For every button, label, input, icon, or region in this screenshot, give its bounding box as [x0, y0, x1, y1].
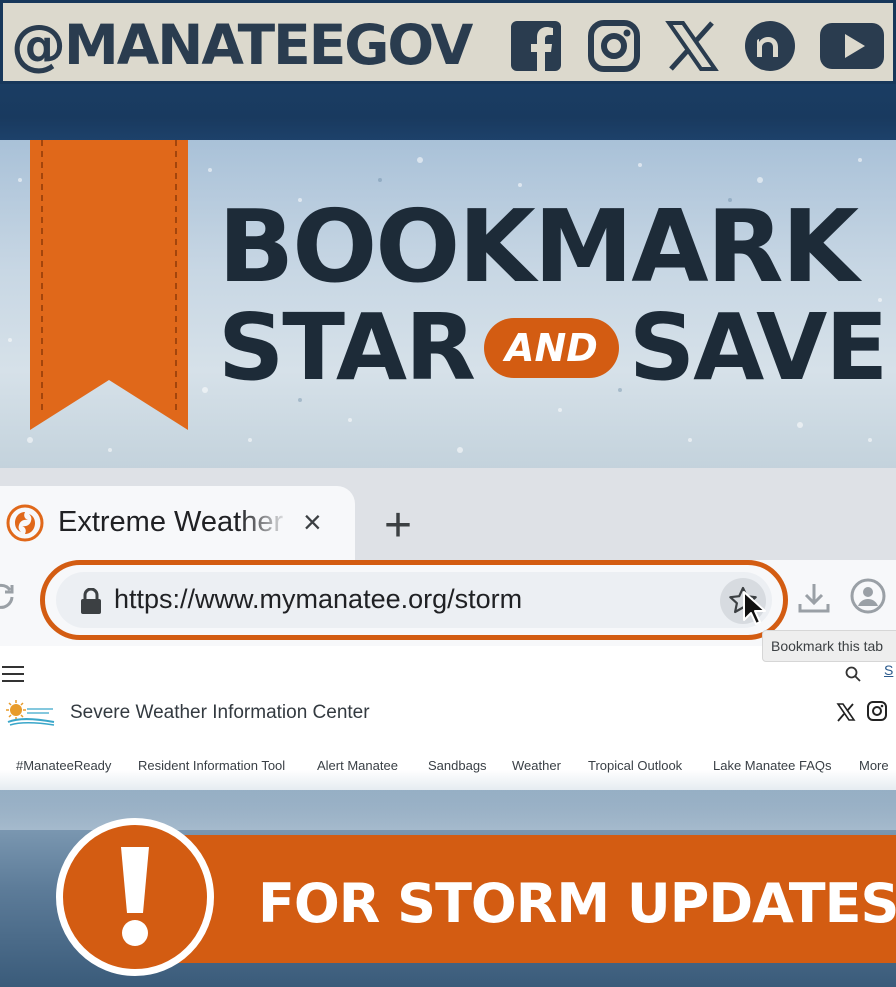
- headline-bookmark: BOOKMARK: [218, 188, 859, 305]
- bookmark-ribbon-icon: [30, 140, 188, 430]
- search-icon[interactable]: [845, 666, 861, 682]
- instagram-social-icon[interactable]: [866, 700, 888, 722]
- new-tab-button[interactable]: +: [384, 498, 412, 553]
- bookmark-tooltip: Bookmark this tab: [762, 630, 896, 662]
- download-icon[interactable]: [796, 580, 832, 616]
- tab-extreme-weather[interactable]: Extreme Weather ×: [0, 486, 355, 562]
- youtube-icon[interactable]: [819, 19, 885, 73]
- headline-save: SAVE: [628, 294, 888, 401]
- tab-title: Extreme Weather: [58, 506, 284, 538]
- tab-strip: Extreme Weather × +: [0, 468, 896, 562]
- exclamation-icon: [121, 847, 149, 946]
- headline-star: STAR: [218, 294, 476, 401]
- profile-icon[interactable]: [850, 578, 886, 614]
- tab-close-icon[interactable]: ×: [303, 504, 322, 541]
- instagram-icon[interactable]: [587, 19, 641, 73]
- manatee-county-logo[interactable]: [4, 698, 58, 728]
- reload-icon[interactable]: [0, 582, 16, 612]
- hurricane-icon: [6, 504, 44, 542]
- social-bar: @MANATEEGOV: [0, 0, 896, 84]
- sign-in-link[interactable]: S: [884, 662, 893, 678]
- facebook-icon[interactable]: [509, 19, 563, 73]
- mouse-cursor-icon: [743, 591, 766, 625]
- headline-star-and-save: STAR AND SAVE: [218, 294, 888, 401]
- storm-updates-text: FOR STORM UPDATES: [258, 872, 896, 935]
- url-text[interactable]: https://www.mymanatee.org/storm: [114, 584, 522, 615]
- site-title[interactable]: Severe Weather Information Center: [70, 702, 370, 724]
- blue-band: [0, 84, 896, 140]
- x-social-icon[interactable]: [836, 702, 856, 722]
- alert-exclamation-icon: [56, 818, 214, 976]
- and-pill: AND: [483, 318, 619, 378]
- social-handle: @MANATEEGOV: [11, 13, 473, 77]
- x-icon[interactable]: [665, 19, 719, 73]
- nextdoor-icon[interactable]: [743, 19, 797, 73]
- lock-icon[interactable]: [80, 588, 102, 614]
- hamburger-menu-icon[interactable]: [2, 666, 24, 682]
